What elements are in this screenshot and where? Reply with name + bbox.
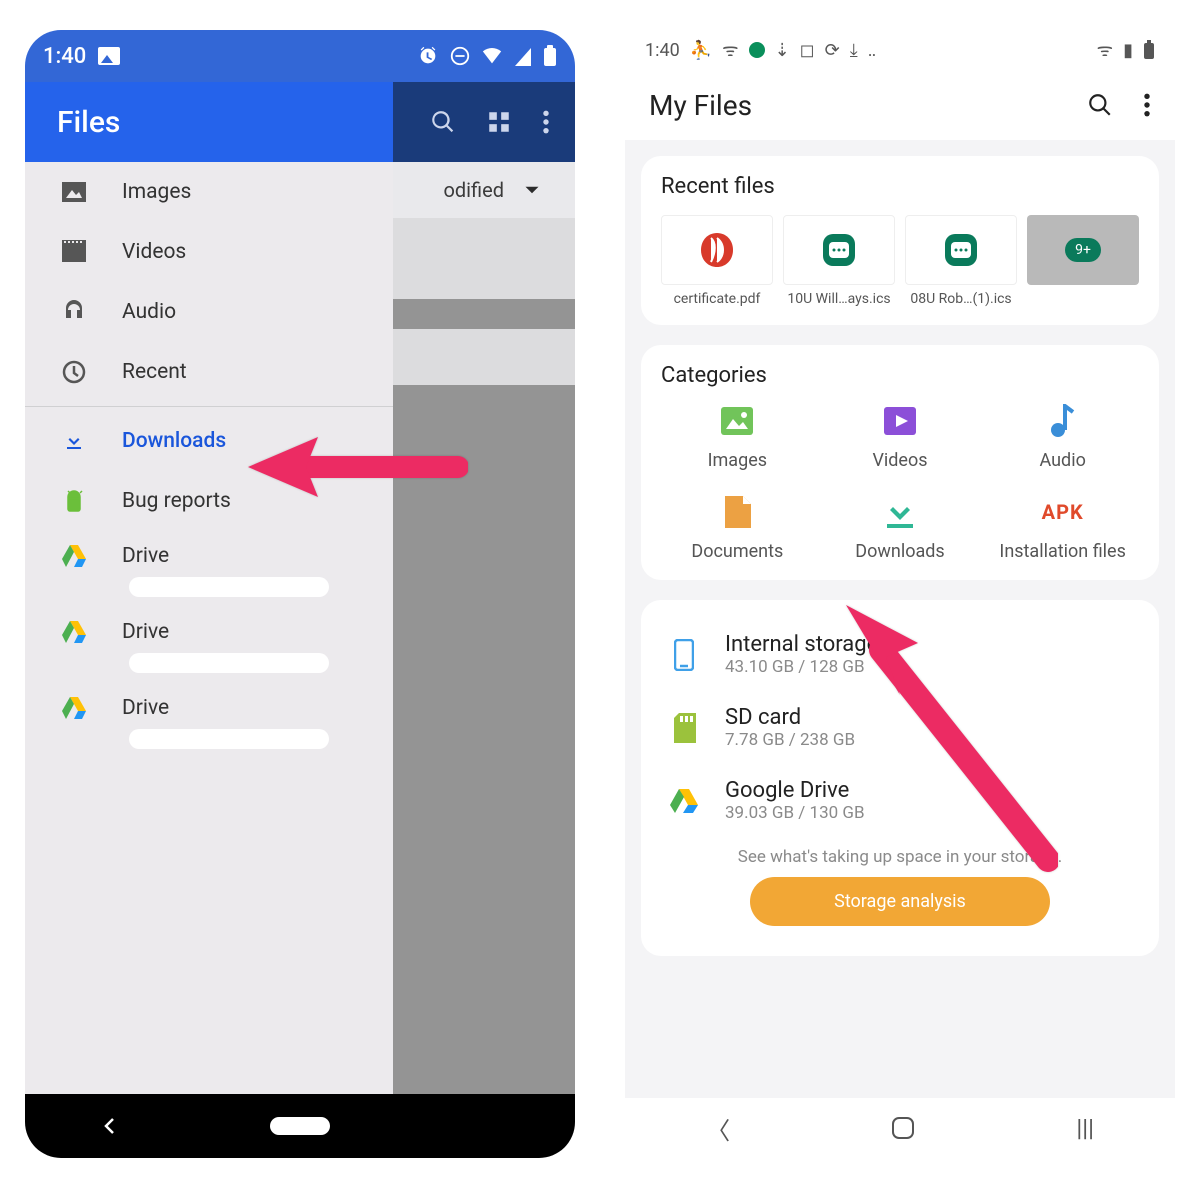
gdrive-icon — [667, 789, 701, 813]
cell-signal-icon: ▮ — [1123, 40, 1133, 61]
sdcard-icon — [667, 713, 701, 743]
nav-drawer: Files Images Videos Audio Recent Downloa… — [25, 82, 393, 1094]
drawer-item-videos[interactable]: Videos — [25, 222, 393, 282]
drawer-item-drive[interactable]: Drive — [25, 683, 393, 733]
chevron-down-icon — [519, 177, 545, 203]
recents-icon[interactable]: ||| — [1076, 1114, 1094, 1142]
android-nav-bar: 〈 ||| — [625, 1098, 1175, 1158]
calendar-icon — [783, 215, 895, 285]
more-icon[interactable] — [1143, 92, 1151, 118]
status-indicator-icon: ⇣ — [775, 40, 790, 61]
downloads-icon — [883, 495, 917, 529]
drawer-title: Files — [25, 82, 393, 162]
status-indicator-icon: ◻ — [800, 40, 815, 61]
phone-icon — [667, 639, 701, 671]
card-title: Recent files — [661, 174, 1139, 199]
status-indicator-icon: ⟳ — [825, 40, 840, 61]
battery-icon — [1143, 40, 1155, 60]
samsung-myfiles-screenshot: 1:40 ⛹ ᯤ ⇣ ◻ ⟳ ⤓ ‥ ᯤ ▮ My Files R — [625, 30, 1175, 1158]
drawer-item-bug-reports[interactable]: Bug reports — [25, 471, 393, 531]
recent-file-item[interactable]: 08U Rob…(1).ics — [905, 215, 1017, 307]
gdrive-icon — [61, 695, 87, 721]
status-time: 1:40 — [645, 40, 680, 61]
app-header: My Files — [625, 70, 1175, 140]
battery-icon — [543, 45, 557, 67]
cell-signal-icon — [513, 46, 533, 66]
storage-gdrive[interactable]: Google Drive39.03 GB / 130 GB — [661, 764, 1139, 837]
android-icon — [61, 488, 87, 514]
wifi-icon: ᯤ — [1097, 38, 1113, 62]
redacted-text — [129, 653, 329, 673]
storage-internal[interactable]: Internal storage43.10 GB / 128 GB — [661, 618, 1139, 691]
search-icon[interactable] — [1087, 92, 1113, 118]
redacted-text — [129, 729, 329, 749]
recent-files-card: Recent files certificate.pdf 10U Will…ay… — [641, 156, 1159, 325]
recent-file-more[interactable]: 9+ — [1027, 215, 1139, 307]
category-audio[interactable]: Audio — [986, 404, 1139, 471]
gdrive-icon — [61, 619, 87, 645]
status-time: 1:40 — [43, 44, 86, 69]
categories-card: Categories Images Videos Audio — [641, 345, 1159, 580]
status-bar: 1:40 — [25, 30, 575, 82]
recent-icon — [61, 359, 87, 385]
alarm-icon — [417, 45, 439, 67]
status-indicator-icon: ⤓ — [850, 40, 858, 61]
back-icon[interactable] — [100, 1116, 120, 1136]
gdrive-icon — [61, 543, 87, 569]
drawer-item-drive[interactable]: Drive — [25, 531, 393, 581]
image-icon — [61, 179, 87, 205]
more-files-icon: 9+ — [1027, 215, 1139, 285]
home-pill[interactable] — [270, 1117, 330, 1135]
images-icon — [720, 404, 754, 438]
pdf-icon — [661, 215, 773, 285]
category-documents[interactable]: Documents — [661, 495, 814, 562]
app-title: My Files — [649, 89, 752, 122]
drawer-item-downloads[interactable]: Downloads — [25, 411, 393, 471]
status-bar: 1:40 ⛹ ᯤ ⇣ ◻ ⟳ ⤓ ‥ ᯤ ▮ — [625, 30, 1175, 70]
status-indicator-icon — [749, 42, 765, 58]
calendar-icon — [905, 215, 1017, 285]
android-files-screenshot: 1:40 odified 3d723045.png NG image — [25, 30, 575, 1158]
storage-analysis-button[interactable]: Storage analysis — [750, 877, 1050, 926]
category-images[interactable]: Images — [661, 404, 814, 471]
grid-view-icon[interactable] — [486, 109, 512, 135]
more-icon[interactable] — [542, 109, 550, 135]
download-icon — [61, 428, 87, 454]
android-nav-bar — [25, 1094, 575, 1158]
drawer-item-audio[interactable]: Audio — [25, 282, 393, 342]
storage-sd[interactable]: SD card7.78 GB / 238 GB — [661, 691, 1139, 764]
dnd-icon — [449, 45, 471, 67]
documents-icon — [720, 495, 754, 529]
drawer-item-recent[interactable]: Recent — [25, 342, 393, 402]
wifi-icon — [481, 46, 503, 66]
storage-hint: See what's taking up space in your stora… — [661, 847, 1139, 867]
recent-file-item[interactable]: 10U Will…ays.ics — [783, 215, 895, 307]
apk-icon: APK — [1046, 495, 1080, 529]
recent-file-item[interactable]: certificate.pdf — [661, 215, 773, 307]
redacted-text — [129, 577, 329, 597]
back-icon[interactable]: 〈 — [706, 1111, 730, 1146]
storage-card: Internal storage43.10 GB / 128 GB SD car… — [641, 600, 1159, 956]
drawer-item-images[interactable]: Images — [25, 162, 393, 222]
card-title: Categories — [661, 363, 1139, 388]
search-icon[interactable] — [430, 109, 456, 135]
category-apk[interactable]: APK Installation files — [986, 495, 1139, 562]
audio-icon — [61, 299, 87, 325]
audio-icon — [1046, 404, 1080, 438]
video-icon — [61, 239, 87, 265]
status-indicator-icon: ⛹ — [690, 40, 712, 61]
status-indicator-icon: ‥ — [868, 40, 876, 61]
picture-indicator-icon — [98, 47, 120, 65]
category-downloads[interactable]: Downloads — [824, 495, 977, 562]
category-videos[interactable]: Videos — [824, 404, 977, 471]
home-icon[interactable] — [892, 1117, 914, 1139]
sort-label: odified — [443, 178, 504, 202]
videos-icon — [883, 404, 917, 438]
drawer-item-drive[interactable]: Drive — [25, 607, 393, 657]
status-indicator-icon: ᯤ — [722, 38, 738, 62]
